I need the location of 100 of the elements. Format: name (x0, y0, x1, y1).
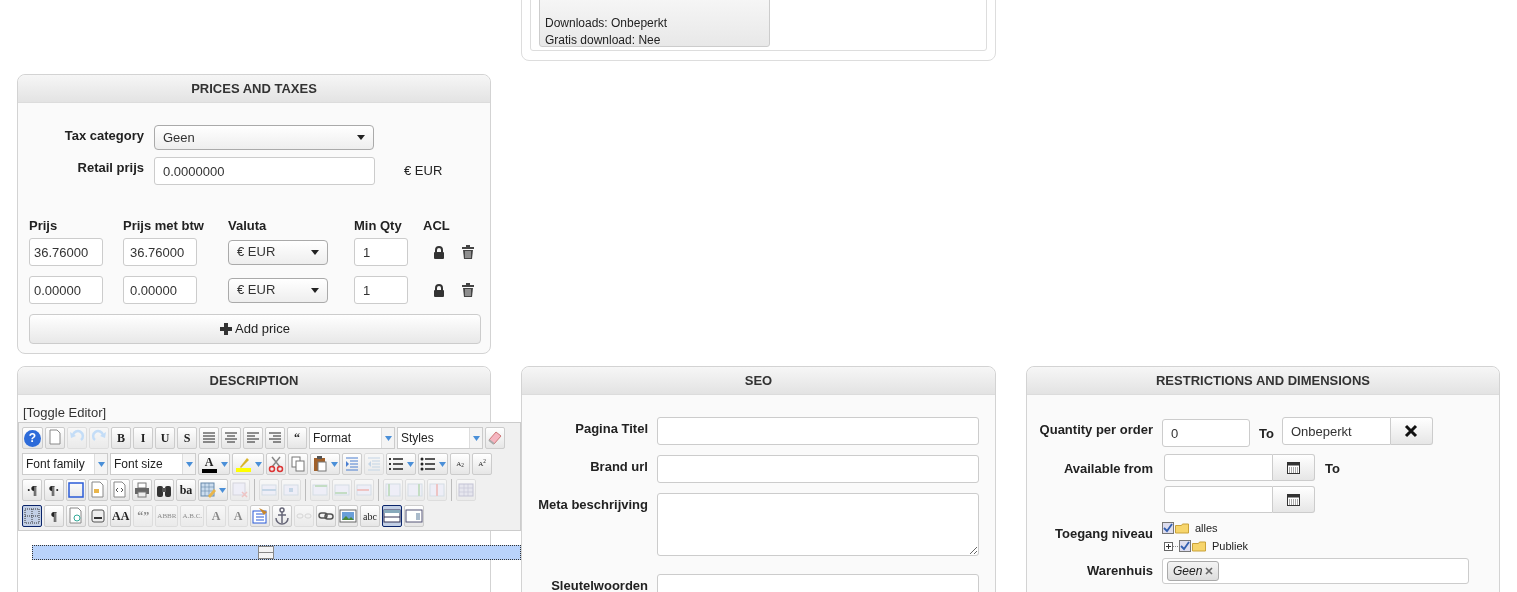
bullet-list-icon (419, 455, 437, 473)
toolbar-button[interactable]: abc (360, 505, 381, 527)
input-field[interactable]: 1 (354, 276, 408, 304)
caret-icon (406, 461, 414, 467)
dropdown[interactable]: Styles (397, 427, 483, 449)
caret-icon (311, 249, 319, 255)
field-label: To (1325, 460, 1340, 478)
panel-title: PRICES AND TAXES (191, 79, 317, 98)
panel-title: SEO (744, 371, 773, 390)
page-break-icon (89, 507, 107, 525)
input-field[interactable]: 1 (354, 238, 408, 266)
toolbar-button[interactable]: ¶· (44, 479, 64, 501)
copy-icon (289, 455, 307, 473)
add-price-button[interactable]: Add price (29, 314, 481, 344)
toolbar-button[interactable]: “ (287, 427, 307, 449)
field-label: Tax category (63, 126, 145, 145)
table-icon (457, 481, 475, 499)
caret-icon (218, 487, 226, 493)
toolbar-button[interactable]: ·¶ (22, 479, 42, 501)
close-icon (1404, 424, 1419, 438)
lock-icon[interactable] (433, 283, 445, 297)
dropdown[interactable]: Format (309, 427, 395, 449)
dropdown[interactable]: Font size (110, 453, 196, 475)
calendar-button[interactable] (1273, 454, 1315, 481)
input-field[interactable] (657, 417, 979, 445)
field-label: Warenhuis (1086, 562, 1153, 580)
column-header: Prijs (29, 217, 59, 233)
trash-icon[interactable] (462, 283, 474, 297)
dropdown[interactable]: Geen (154, 125, 374, 150)
trash-icon[interactable] (462, 245, 474, 259)
calendar-button[interactable] (1273, 486, 1315, 513)
anchor-icon (273, 507, 292, 525)
toolbar-button[interactable]: I (133, 427, 153, 449)
caret-icon (438, 461, 446, 467)
caret-icon (472, 435, 480, 441)
template-preview-icon (67, 507, 85, 525)
code-icon (111, 481, 129, 499)
table-icon (199, 481, 217, 499)
clipboard-icon (251, 507, 270, 525)
checkbox[interactable] (1179, 540, 1191, 552)
caret-icon (330, 461, 338, 467)
toggle-editor-link[interactable]: [Toggle Editor] (18, 395, 490, 422)
field-label: Toegang niveau (1054, 525, 1153, 543)
dropdown[interactable]: € EUR (228, 239, 328, 265)
toolbar-button[interactable]: ? (22, 427, 43, 449)
column-header: Prijs met btw (123, 217, 205, 233)
column-header: Min Qty (354, 217, 403, 233)
table-column-icon (406, 481, 424, 499)
expand-icon[interactable] (1164, 541, 1178, 551)
toolbar-button[interactable]: S (177, 427, 197, 449)
table-row-icon (355, 481, 373, 499)
dropdown[interactable]: € EUR (228, 277, 328, 303)
panel-title: DESCRIPTION (209, 371, 299, 390)
input-field[interactable]: 0.0000000 (154, 157, 375, 185)
toolbar-button[interactable] (382, 505, 403, 527)
info-text: Downloads: Onbeperkt (545, 15, 669, 32)
input-field[interactable]: 36.76000 (123, 238, 197, 266)
printer-icon (133, 481, 151, 499)
lock-icon[interactable] (433, 245, 445, 259)
column-header: Valuta (228, 217, 268, 233)
input-field[interactable] (657, 455, 979, 483)
text-area[interactable] (657, 493, 979, 556)
toolbar-button[interactable]: B (111, 427, 131, 449)
field-label: Meta beschrijving (537, 496, 648, 514)
clear-button[interactable] (1390, 417, 1433, 445)
folder-icon (1192, 540, 1207, 552)
input-field[interactable]: 0.00000 (123, 276, 197, 304)
dropdown[interactable]: Font family (22, 453, 108, 475)
color-button[interactable]: A (198, 453, 230, 475)
input-field[interactable]: Onbeperkt (1281, 417, 1391, 445)
checkbox[interactable] (1162, 522, 1174, 534)
grid-icon (23, 507, 41, 525)
table-row-icon (333, 481, 351, 499)
toolbar-button[interactable]: ba (176, 479, 196, 501)
caret-icon (220, 461, 228, 467)
color-button[interactable] (232, 453, 264, 475)
folder-icon (1175, 522, 1190, 534)
calendar-icon (1287, 493, 1300, 506)
table-column-icon (428, 481, 446, 499)
input-field[interactable]: 0.00000 (29, 276, 103, 304)
toolbar-button[interactable]: ¶ (44, 505, 64, 527)
toolbar-button[interactable]: U (155, 427, 175, 449)
toolbar-button[interactable] (22, 505, 42, 527)
caret-icon (254, 461, 262, 467)
field-label: Retail prijs (76, 159, 145, 178)
field-label: To (1259, 425, 1274, 443)
input-field[interactable]: 36.76000 (29, 238, 103, 266)
toolbar-button[interactable]: AA (110, 505, 132, 527)
caret-icon (384, 435, 392, 441)
input-field[interactable] (1164, 454, 1273, 481)
input-field[interactable] (1164, 486, 1273, 513)
caret-icon (311, 287, 319, 293)
input-field[interactable]: 0 (1162, 419, 1250, 447)
table-row-icon (260, 481, 278, 499)
tag[interactable]: Geen (1167, 561, 1220, 581)
tree-item-label: Publiek (1212, 539, 1249, 554)
tag-field[interactable]: Geen (1162, 558, 1469, 584)
plus-icon (220, 323, 233, 335)
delete-table-icon (231, 481, 249, 499)
tree-item-label: alles (1195, 521, 1218, 536)
